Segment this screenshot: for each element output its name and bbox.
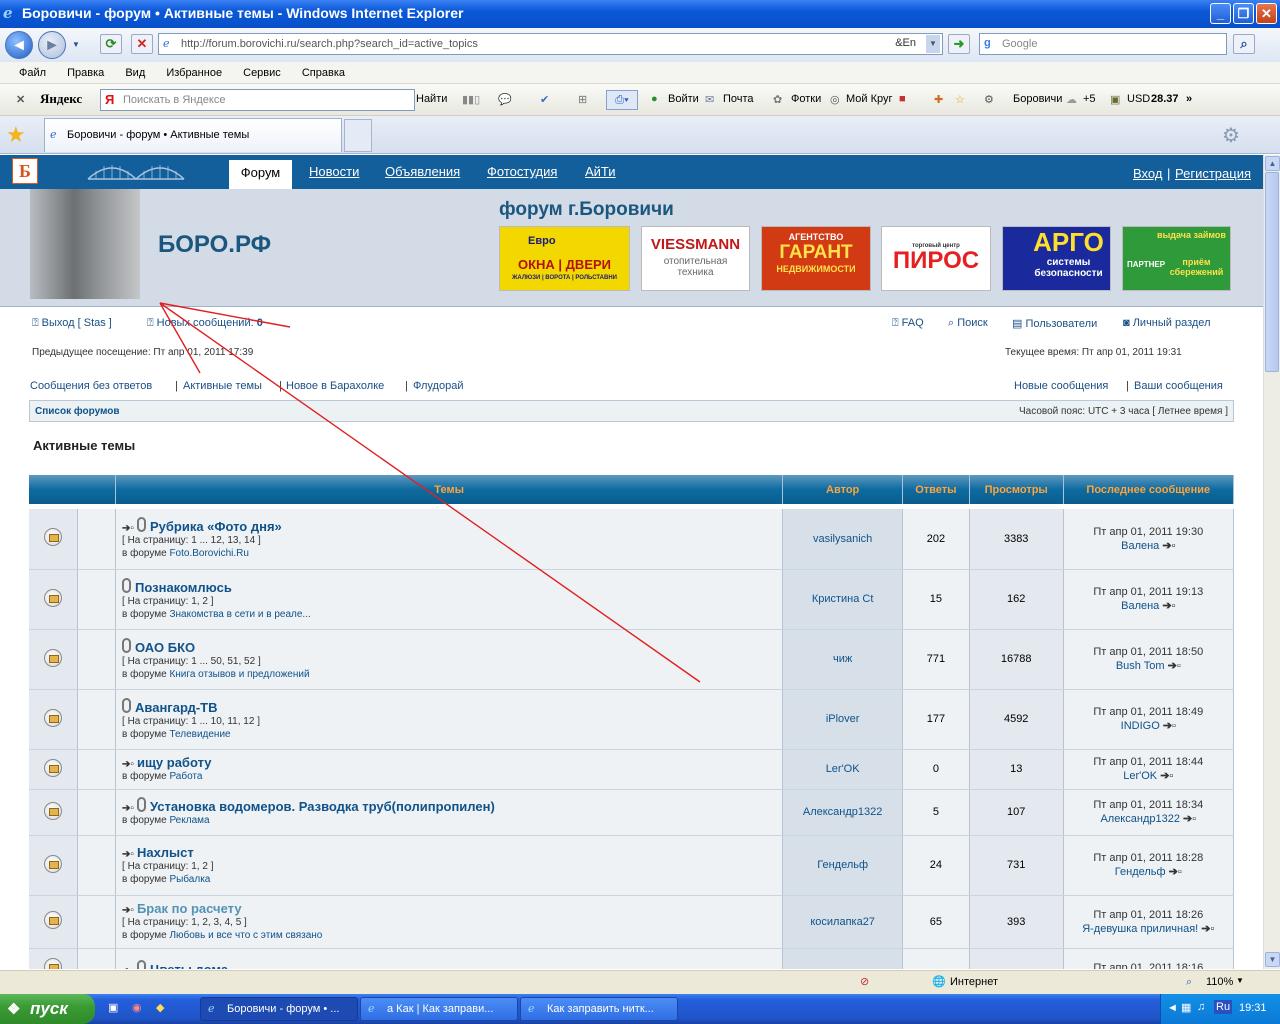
- apps-icon[interactable]: ■: [899, 93, 906, 105]
- close-window-button[interactable]: ✕: [1256, 3, 1277, 24]
- annotation-arrow-head-1: [159, 302, 291, 328]
- tray-sound-icon[interactable]: ♫: [1197, 1001, 1205, 1013]
- back-button[interactable]: ◄: [5, 31, 33, 59]
- task-window-2[interactable]: e а Как | Как заправи...: [360, 997, 518, 1021]
- compat-icon[interactable]: &En: [895, 37, 916, 49]
- mail-link[interactable]: Почта: [723, 93, 754, 105]
- yandex-y-icon: Я: [105, 92, 115, 107]
- quicklaunch-icon-3[interactable]: ◆: [156, 1001, 164, 1014]
- menu-favorites[interactable]: Избранное: [166, 67, 222, 79]
- weather-icon: ☁: [1066, 94, 1077, 106]
- menu-view[interactable]: Вид: [125, 67, 145, 79]
- ie-task-icon: e: [528, 1002, 535, 1015]
- favorites-center-icon[interactable]: ★: [6, 122, 26, 148]
- toolbar-close-icon[interactable]: ✕: [16, 93, 25, 106]
- forward-button[interactable]: ►: [38, 31, 66, 59]
- annotation-arrows: [159, 302, 701, 683]
- page-icon: e: [163, 37, 170, 50]
- yandex-brand[interactable]: Яндекс: [40, 91, 82, 107]
- ie-logo-icon: e: [3, 4, 13, 22]
- currency-label[interactable]: USD: [1127, 93, 1150, 105]
- scroll-thumb[interactable]: [1265, 172, 1279, 372]
- settings-gear-icon[interactable]: ⚙: [984, 93, 994, 106]
- window-title: Боровичи - форум • Активные темы - Windo…: [22, 5, 464, 21]
- refresh-button[interactable]: ⟳: [100, 34, 122, 54]
- tools-gear-icon[interactable]: ⚙: [1222, 123, 1240, 148]
- web-search-input[interactable]: g Google: [979, 33, 1227, 55]
- page-content: Б Форум Новости Объявления Фотостудия Ай…: [0, 155, 1263, 969]
- yandex-search-input[interactable]: Я Поискать в Яндексе: [100, 89, 415, 111]
- zoom-dropdown-icon[interactable]: ▼: [1236, 976, 1244, 985]
- city-label[interactable]: Боровичи: [1013, 93, 1062, 105]
- quicklaunch-icon-1[interactable]: ▣: [108, 1001, 118, 1014]
- new-tab-button[interactable]: [344, 119, 372, 152]
- page-translate-button[interactable]: ⎙▾: [606, 90, 638, 110]
- annotation-arrow-head-2: [159, 302, 201, 374]
- toolbar-more-icon[interactable]: »: [1186, 93, 1192, 105]
- menu-tools[interactable]: Сервис: [243, 67, 281, 79]
- address-input[interactable]: e http://forum.borovichi.ru/search.php?s…: [158, 33, 943, 55]
- page-scrollbar[interactable]: ▲ ▼: [1263, 155, 1280, 969]
- history-dropdown-icon[interactable]: ▼: [72, 40, 80, 49]
- login-link[interactable]: Войти: [668, 93, 699, 105]
- status-bar: ⊘ 🌐 Интернет ⌕ 110% ▼: [0, 970, 1280, 994]
- photos-link[interactable]: Фотки: [791, 93, 821, 105]
- tab-page-icon: e: [50, 128, 57, 141]
- stop-button[interactable]: ✕: [131, 34, 153, 54]
- login-icon: ●: [651, 93, 658, 105]
- translate-icon[interactable]: ⊞: [578, 93, 587, 106]
- bars-icon[interactable]: ▮▮▯: [462, 93, 480, 106]
- mail-icon: ✉: [705, 94, 715, 106]
- internet-zone-icon: 🌐: [932, 976, 946, 988]
- security-zone: Интернет: [950, 976, 998, 988]
- annotation-arrow-main: [159, 302, 701, 683]
- scroll-up-icon[interactable]: ▲: [1265, 156, 1280, 171]
- tab-active[interactable]: e Боровичи - форум • Активные темы: [44, 118, 342, 152]
- task-window-3[interactable]: e Как заправить нитк...: [520, 997, 678, 1021]
- currency-icon: ▣: [1110, 94, 1121, 106]
- go-button[interactable]: ➜: [948, 34, 970, 54]
- tab-title: Боровичи - форум • Активные темы: [67, 129, 250, 141]
- mycircle-icon: ◎: [830, 94, 840, 106]
- zoom-level[interactable]: 110%: [1206, 976, 1233, 988]
- yandex-find-button[interactable]: Найти: [416, 93, 447, 105]
- tray-arrow-icon[interactable]: ◄: [1167, 1002, 1178, 1014]
- window-title-bar[interactable]: e Боровичи - форум • Активные темы - Win…: [0, 0, 1280, 28]
- url-dropdown-icon[interactable]: ▼: [926, 35, 940, 53]
- address-toolbar: ◄ ► ▼ ⟳ ✕ e http://forum.borovichi.ru/se…: [0, 28, 1280, 62]
- favorites-star-icon[interactable]: ☆: [955, 93, 965, 106]
- task-forum-window[interactable]: e Боровичи - форум • ...: [200, 997, 358, 1021]
- currency-rate[interactable]: 28.37: [1151, 93, 1179, 105]
- tray-network-icon[interactable]: ▦: [1181, 1001, 1191, 1014]
- start-button[interactable]: ❖ пуск: [0, 994, 95, 1024]
- maximize-button[interactable]: ❐: [1233, 3, 1254, 24]
- minimize-button[interactable]: _: [1210, 3, 1231, 24]
- zoom-icon: ⌕: [1186, 976, 1193, 988]
- system-tray: ◄ ▦ ♫ Ru 19:31: [1160, 994, 1280, 1024]
- yandex-toolbar: ✕ Яндекс Я Поискать в Яндексе Найти ▮▮▯ …: [0, 84, 1280, 116]
- photos-icon: ✿: [773, 94, 783, 106]
- scroll-down-icon[interactable]: ▼: [1265, 952, 1280, 967]
- menu-edit[interactable]: Правка: [67, 67, 104, 79]
- menu-file[interactable]: Файл: [19, 67, 46, 79]
- quicklaunch-icon-2[interactable]: ◉: [132, 1001, 142, 1014]
- language-indicator[interactable]: Ru: [1214, 1000, 1233, 1014]
- bookmarks-icon[interactable]: ✚: [934, 93, 943, 106]
- mycircle-link[interactable]: Мой Круг: [846, 93, 893, 105]
- spellcheck-icon[interactable]: ✔: [540, 93, 549, 106]
- clock: 19:31: [1239, 1002, 1267, 1014]
- taskbar: ❖ пуск ▣ ◉ ◆ e Боровичи - форум • ... e …: [0, 994, 1280, 1024]
- google-icon: g: [984, 37, 991, 49]
- weather-temp[interactable]: +5: [1083, 93, 1096, 105]
- menu-bar: Файл Правка Вид Избранное Сервис Справка: [0, 62, 1280, 84]
- menu-help[interactable]: Справка: [302, 67, 345, 79]
- ie-task-icon: e: [208, 1002, 215, 1015]
- privacy-icon[interactable]: ⊘: [860, 975, 869, 988]
- speech-icon[interactable]: 💬: [498, 93, 512, 106]
- search-go-button[interactable]: ⌕: [1233, 34, 1255, 54]
- ie-task-icon: e: [368, 1002, 375, 1015]
- tab-strip: ★ e Боровичи - форум • Активные темы ⚙: [0, 116, 1280, 154]
- windows-logo-icon: ❖: [7, 1001, 21, 1018]
